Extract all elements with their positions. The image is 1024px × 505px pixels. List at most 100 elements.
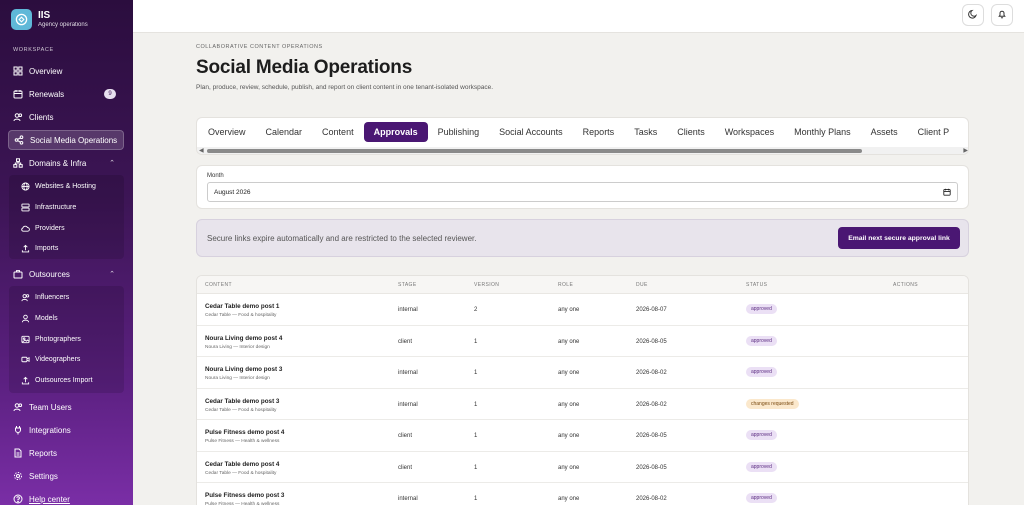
content-title: Cedar Table demo post 1 <box>205 303 280 310</box>
tab-approvals[interactable]: Approvals <box>363 122 428 142</box>
sidebar-item-team-users[interactable]: Team Users <box>8 397 124 417</box>
brand-logo-icon <box>11 9 32 30</box>
table-row[interactable]: Noura Living demo post 3 Noura Living — I… <box>197 357 968 389</box>
tab-client-portal[interactable]: Client P <box>908 122 960 142</box>
sidebar-item-overview[interactable]: Overview <box>8 61 124 81</box>
sidebar-subitem-infrastructure[interactable]: Infrastructure <box>21 199 76 215</box>
sidebar-subitem-providers[interactable]: Providers <box>21 220 65 236</box>
theme-toggle-button[interactable] <box>962 4 984 26</box>
column-header-status: STATUS <box>746 282 768 288</box>
scroll-right-icon[interactable]: ▶ <box>963 147 968 154</box>
tab-workspaces[interactable]: Workspaces <box>715 122 784 142</box>
content-title: Pulse Fitness demo post 3 <box>205 492 285 499</box>
sidebar-item-reports[interactable]: Reports <box>8 443 124 463</box>
sidebar-item-label: Team Users <box>29 402 72 412</box>
due-cell: 2026-08-05 <box>636 433 667 439</box>
chevron-up-icon: ⌃ <box>109 271 115 278</box>
sidebar-item-help-center[interactable]: Help center <box>8 489 124 505</box>
tab-overview[interactable]: Overview <box>198 122 256 142</box>
table-row[interactable]: Noura Living demo post 4 Noura Living — I… <box>197 326 968 357</box>
tab-calendar[interactable]: Calendar <box>256 122 313 142</box>
page-description: Plan, produce, review, schedule, publish… <box>196 84 494 91</box>
email-approval-link-button[interactable]: Email next secure approval link <box>838 227 960 249</box>
stage-cell: client <box>398 433 413 439</box>
month-input[interactable]: August 2026 <box>207 182 958 202</box>
sidebar-item-settings[interactable]: Settings <box>8 466 124 486</box>
server-icon <box>21 203 30 212</box>
tab-publishing[interactable]: Publishing <box>428 122 490 142</box>
sidebar-subitem-influencers[interactable]: Influencers <box>21 289 69 305</box>
grid-icon <box>13 66 23 76</box>
image-icon <box>21 335 30 344</box>
content-client: Cedar Table — Food & hospitality <box>205 313 277 318</box>
subitem-label: Infrastructure <box>35 203 77 211</box>
sidebar-item-renewals[interactable]: Renewals 9 <box>8 84 124 104</box>
due-cell: 2026-08-02 <box>636 370 667 376</box>
upload-icon <box>21 244 30 253</box>
tab-assets[interactable]: Assets <box>861 122 908 142</box>
plug-icon <box>13 425 23 435</box>
sidebar: IIS Agency operations WORKSPACE Overview… <box>0 0 133 505</box>
calendar-icon[interactable] <box>943 188 951 198</box>
subitem-label: Providers <box>35 224 65 232</box>
sidebar-subitem-photographers[interactable]: Photographers <box>21 331 81 347</box>
chevron-up-icon: ⌃ <box>109 160 115 167</box>
sidebar-subitem-imports[interactable]: Imports <box>21 240 58 256</box>
table-row[interactable]: Cedar Table demo post 4 Cedar Table — Foo… <box>197 452 968 483</box>
sidebar-item-label: Social Media Operations <box>30 135 118 145</box>
month-label: Month <box>207 173 224 179</box>
sidebar-item-label: Renewals <box>29 89 65 99</box>
sidebar-item-label: Clients <box>29 112 54 122</box>
due-cell: 2026-08-02 <box>636 496 667 502</box>
brand-subtitle: Agency operations <box>38 22 88 28</box>
tabs-scrollbar[interactable]: ◀ ▶ <box>197 147 968 154</box>
scroll-left-icon[interactable]: ◀ <box>199 147 204 154</box>
sidebar-item-domains-infra[interactable]: Domains & Infra ⌃ <box>8 153 124 173</box>
table-row[interactable]: Pulse Fitness demo post 3 Pulse Fitness —… <box>197 483 968 505</box>
notice-text: Secure links expire automatically and ar… <box>207 234 477 243</box>
status-badge: approved <box>746 335 777 346</box>
version-cell: 1 <box>474 433 478 439</box>
stage-cell: internal <box>398 401 418 408</box>
renewals-count-badge: 9 <box>104 89 116 99</box>
status-badge: approved <box>746 493 777 503</box>
tab-monthly-plans[interactable]: Monthly Plans <box>784 122 861 142</box>
briefcase-icon <box>13 269 23 279</box>
table-row[interactable]: Cedar Table demo post 1 Cedar Table — Foo… <box>197 294 968 326</box>
tab-clients[interactable]: Clients <box>667 122 715 142</box>
network-icon <box>13 158 23 168</box>
subitem-label: Websites & Hosting <box>35 182 96 190</box>
tab-content[interactable]: Content <box>312 122 364 142</box>
bell-icon <box>997 6 1007 24</box>
sidebar-item-outsources[interactable]: Outsources ⌃ <box>8 264 124 284</box>
sidebar-subitem-models[interactable]: Models <box>21 310 58 326</box>
scrollbar-thumb[interactable] <box>207 149 862 153</box>
tab-reports[interactable]: Reports <box>573 122 625 142</box>
domains-subnav: Websites & Hosting Infrastructure Provid… <box>9 175 124 259</box>
tab-tasks[interactable]: Tasks <box>624 122 667 142</box>
sidebar-item-integrations[interactable]: Integrations <box>8 420 124 440</box>
tab-social-accounts[interactable]: Social Accounts <box>489 122 573 142</box>
sidebar-subitem-videographers[interactable]: Videographers <box>21 351 80 367</box>
sidebar-item-clients[interactable]: Clients <box>8 107 124 127</box>
sidebar-subitem-outsources-import[interactable]: Outsources Import <box>21 372 93 388</box>
sidebar-subitem-websites-hosting[interactable]: Websites & Hosting <box>21 178 96 194</box>
page-eyebrow: COLLABORATIVE CONTENT OPERATIONS <box>196 44 323 50</box>
table-row[interactable]: Cedar Table demo post 3 Cedar Table — Foo… <box>197 389 968 420</box>
user-icon <box>21 314 30 323</box>
notifications-button[interactable] <box>991 4 1013 26</box>
sidebar-item-label: Integrations <box>29 425 71 435</box>
sidebar-item-label: Outsources <box>29 269 70 279</box>
version-cell: 1 <box>474 464 478 471</box>
role-cell: any one <box>558 370 580 376</box>
sidebar-item-social-media-operations[interactable]: Social Media Operations <box>8 130 124 150</box>
table-row[interactable]: Pulse Fitness demo post 4 Pulse Fitness —… <box>197 420 968 452</box>
tab-bar: Overview Calendar Content Approvals Publ… <box>198 118 959 146</box>
content-client: Cedar Table — Food & hospitality <box>205 470 277 476</box>
brand[interactable]: IIS Agency operations <box>11 9 88 30</box>
brand-name: IIS <box>38 10 51 21</box>
share-icon <box>14 135 24 145</box>
status-badge: approved <box>746 304 777 314</box>
role-cell: any one <box>558 307 580 313</box>
status-badge: changes requested <box>746 398 799 409</box>
